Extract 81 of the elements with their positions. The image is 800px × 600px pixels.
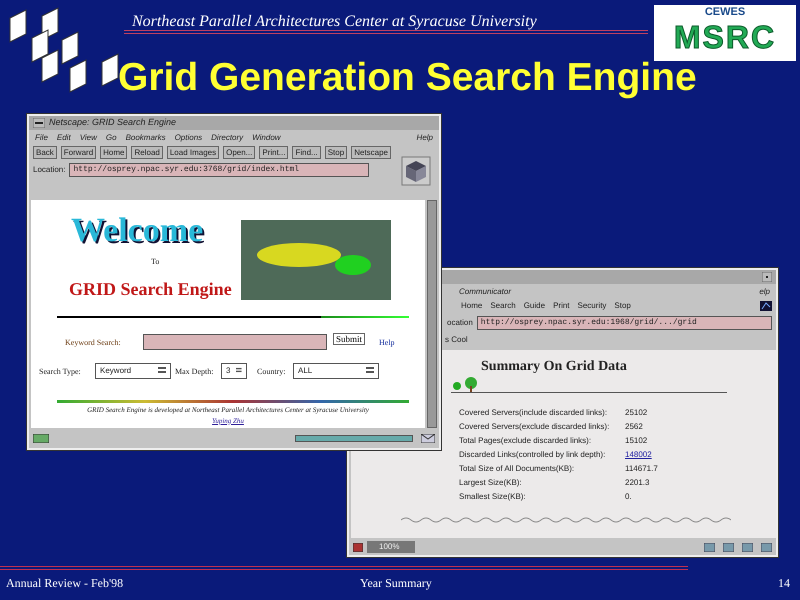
toolbar-button[interactable]: Guide	[524, 300, 546, 312]
toolbar-button[interactable]: Netscape	[351, 146, 391, 159]
menu-item[interactable]: Options	[174, 132, 202, 144]
max-depth-label: Max Depth:	[175, 366, 214, 378]
stat-value: 2201.3	[625, 477, 650, 489]
toolbar-button[interactable]: Print	[553, 300, 570, 312]
select-value: ALL	[298, 365, 312, 377]
affiliation-text: Northeast Parallel Architectures Center at Syracuse University	[132, 12, 537, 32]
scrollbar[interactable]	[427, 200, 437, 428]
country-label: Country:	[257, 366, 286, 378]
slide-title: Grid Generation Search Engine	[118, 57, 697, 100]
menu-item[interactable]: Edit	[56, 132, 71, 144]
stat-label: Discarded Links(controlled by link depth):	[459, 449, 606, 461]
location-field[interactable]: http://osprey.npac.syr.edu:3768/grid/index.html	[69, 163, 370, 177]
toolbar-button[interactable]: Find...	[292, 146, 321, 159]
toolbar-button[interactable]: Stop	[324, 146, 348, 159]
menu-item[interactable]: Directory	[211, 132, 244, 144]
page-number: 14	[778, 575, 790, 592]
dropdown-icon	[158, 367, 166, 373]
summary-heading: Summary On Grid Data	[481, 358, 627, 376]
search-type-label: Search Type:	[39, 366, 81, 378]
toolbar-button[interactable]: Reload	[131, 146, 163, 159]
stat-value: 2562	[625, 421, 643, 433]
menu-item[interactable]: Bookmarks	[126, 132, 166, 144]
window-title: Netscape: GRID Search Engine	[49, 116, 178, 130]
stat-label: Total Size of All Documents(KB):	[459, 463, 576, 475]
toolbar-button[interactable]: Search	[490, 300, 516, 312]
cube-logo-icon	[401, 156, 431, 186]
stat-value: 0.	[625, 491, 632, 503]
max-depth-select[interactable]: 3	[221, 363, 247, 379]
stat-label: Covered Servers(exclude discarded links):	[459, 421, 610, 433]
logo-text: CEWES	[704, 5, 746, 19]
location-label: ocation	[447, 317, 473, 329]
minimize-icon	[762, 272, 772, 282]
menu-item[interactable]: Communicator	[459, 286, 512, 298]
footer-center-text: Year Summary	[360, 575, 432, 592]
toolbar-button[interactable]: Open...	[223, 146, 256, 159]
search-type-select[interactable]: Keyword	[95, 363, 171, 379]
location-field[interactable]: http://osprey.npac.syr.edu:1968/grid/.../grid	[476, 316, 772, 330]
toolbar-button[interactable]: Stop	[614, 300, 631, 312]
stat-value: 25102	[625, 407, 648, 419]
menu-item[interactable]: View	[80, 132, 97, 144]
help-link[interactable]: Help	[379, 337, 395, 349]
search-engine-heading: GRID Search Engine	[69, 278, 232, 301]
stat-value: 114671.7	[625, 463, 658, 475]
menu-item[interactable]: File	[35, 132, 48, 144]
toolbar-button[interactable]: Back	[33, 146, 57, 159]
keyword-label: Keyword Search:	[65, 337, 121, 349]
stat-label: Largest Size(KB):	[459, 477, 523, 489]
netscape-logo-icon	[760, 301, 772, 311]
footer-left-text: Annual Review - Feb'98	[6, 575, 124, 592]
dropdown-icon	[236, 367, 242, 373]
menu-item[interactable]: Go	[106, 132, 117, 144]
menu-item[interactable]: Window	[252, 132, 281, 144]
menu-item[interactable]: Help	[416, 132, 433, 144]
bookmark-button[interactable]: s Cool	[445, 335, 468, 344]
select-value: 3	[226, 365, 230, 377]
toolbar-button[interactable]: Print...	[259, 146, 288, 159]
window-menu-icon	[33, 118, 45, 128]
stat-label: Smallest Size(KB):	[459, 491, 527, 503]
logo-text: MSRC	[672, 19, 778, 55]
dropdown-icon	[366, 367, 374, 373]
country-select[interactable]: ALL	[293, 363, 379, 379]
toolbar-button[interactable]: Forward	[60, 146, 96, 159]
to-text: To	[151, 256, 160, 268]
submit-button[interactable]: Submit	[333, 333, 366, 345]
zoom-level: 100%	[367, 541, 416, 553]
status-icon	[33, 434, 49, 442]
toolbar-button[interactable]: Security	[578, 300, 606, 312]
select-value: Keyword	[100, 365, 132, 377]
stat-label: Covered Servers(include discarded links):	[459, 407, 608, 419]
stat-label: Total Pages(exclude discarded links):	[459, 435, 592, 447]
toolbar-button[interactable]: Home	[100, 146, 128, 159]
menu-item[interactable]: elp	[759, 286, 770, 298]
location-label: Location:	[33, 164, 66, 176]
stat-link[interactable]: 148002	[625, 448, 652, 462]
welcome-graphic: Welcome	[71, 214, 204, 248]
toolbar-button[interactable]: Load Images	[166, 146, 220, 159]
stat-value: 15102	[625, 435, 648, 447]
toolbar-button[interactable]: Home	[461, 300, 482, 312]
keyword-field[interactable]	[143, 334, 327, 350]
